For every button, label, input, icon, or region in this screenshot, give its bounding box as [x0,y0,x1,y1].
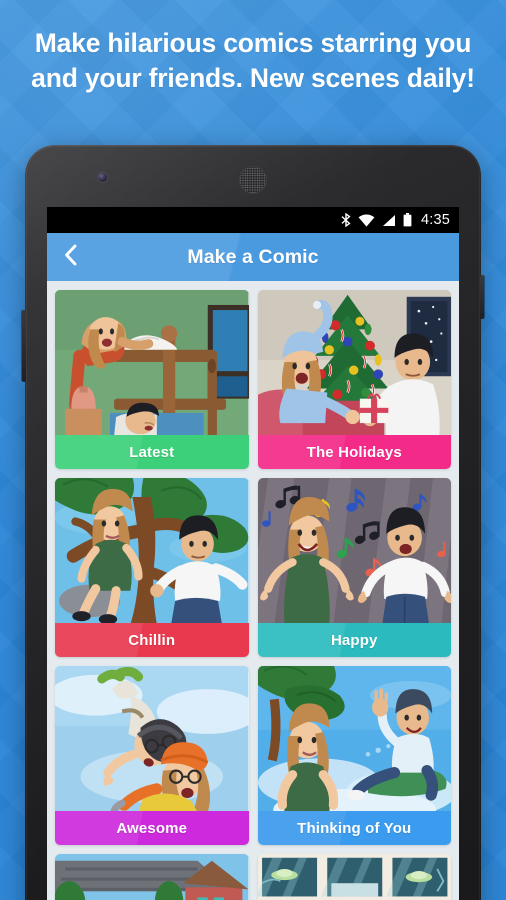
comic-card-label: Happy [257,623,451,657]
cell-signal-icon [382,214,396,227]
comic-thumbnail [257,666,451,811]
comic-thumbnail [55,854,249,900]
comic-card-label: Awesome [55,811,249,845]
comic-grid: Latest The Holidays Chillin Happy Awesom… [47,281,459,900]
chevron-left-icon [63,243,78,272]
comic-thumbnail [257,854,451,900]
comic-label-text: The Holidays [306,443,402,461]
volume-rocker-button[interactable] [22,310,26,382]
comic-card-label: Thinking of You [257,811,451,845]
speaker-grille-icon [240,167,266,193]
wifi-icon [358,214,375,227]
bluetooth-icon [341,213,351,227]
phone-screen: 4:35 Make a Comic Latest The Holidays Ch… [47,207,459,900]
comic-card-chillin[interactable]: Chillin [55,478,249,657]
comic-thumbnail [257,478,451,623]
comic-card-label: Chillin [55,623,249,657]
comic-card-partial-house[interactable] [55,854,249,900]
battery-icon [403,213,412,227]
comic-label-text: Thinking of You [297,819,412,837]
back-button[interactable] [47,233,93,281]
power-button[interactable] [480,275,484,319]
comic-thumbnail [55,478,249,623]
comic-label-text: Chillin [128,631,176,649]
status-bar: 4:35 [47,207,459,233]
comic-card-the-holidays[interactable]: The Holidays [257,290,451,469]
status-time: 4:35 [420,212,450,228]
comic-label-text: Happy [330,631,378,649]
comic-label-text: Latest [129,443,175,461]
comic-card-thinking-of-you[interactable]: Thinking of You [257,666,451,845]
front-camera-icon [98,173,107,182]
app-header: Make a Comic [47,233,459,281]
page-title: Make a Comic [187,245,319,268]
comic-card-latest[interactable]: Latest [55,290,249,469]
comic-card-label: Latest [55,435,249,469]
comic-thumbnail [55,290,249,435]
comic-card-awesome[interactable]: Awesome [55,666,249,845]
comic-card-partial-strip[interactable] [257,854,451,900]
headline-line-1: Make hilarious comics starring you [34,28,472,58]
comic-card-happy[interactable]: Happy [257,478,451,657]
promo-headline: Make hilarious comics starring you and y… [0,26,506,96]
comic-label-text: Awesome [116,819,188,837]
phone-device-frame: 4:35 Make a Comic Latest The Holidays Ch… [22,145,484,900]
comic-thumbnail [55,666,249,811]
headline-line-2: and your friends. New scenes daily! [31,62,475,93]
comic-card-label: The Holidays [257,435,451,469]
comic-thumbnail [257,290,451,435]
